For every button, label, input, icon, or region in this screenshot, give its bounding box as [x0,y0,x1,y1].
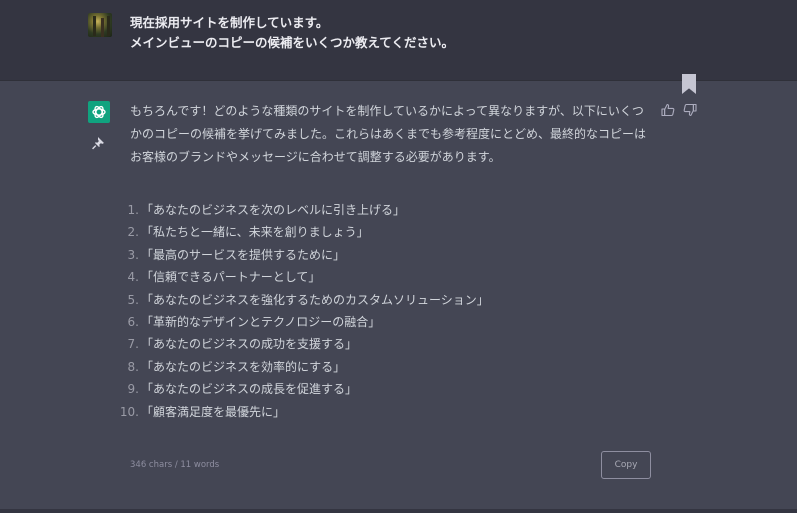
list-item: 4. 「信頼できるパートナーとして」 [117,266,489,288]
list-item-text: 「革新的なデザインとテクノロジーの融合」 [141,314,381,329]
user-message-text: 現在採用サイトを制作しています。 メインビューのコピーの候補をいくつか教えてくだ… [130,13,690,53]
pin-icon[interactable] [92,135,106,150]
bottom-divider [0,509,797,513]
list-item-text: 「あなたのビジネスの成功を支援する」 [141,337,358,352]
list-item-number: 10. [119,404,139,419]
list-item-text: 「顧客満足度を最優先に」 [141,404,286,419]
user-message-block: 現在採用サイトを制作しています。 メインビューのコピーの候補をいくつか教えてくだ… [0,0,797,81]
list-item-number: 1. [127,203,139,217]
list-item-number: 6. [127,314,139,329]
openai-logo-icon [88,101,110,123]
copy-candidates-list: 1. 「あなたのビジネスを次のレベルに引き上げる」 2. 「私たちと一緒に、未来を創… [117,199,489,423]
list-item-number: 3. [127,247,139,262]
list-item-number: 2. [127,225,139,240]
list-item-text: 「信頼できるパートナーとして」 [141,270,321,285]
list-item-number: 5. [127,292,139,307]
list-item: 8. 「あなたのビジネスを効率的にする」 [117,356,489,378]
user-message-line: メインビューのコピーの候補をいくつか教えてください。 [130,35,455,50]
list-item: 10. 「顧客満足度を最優先に」 [117,401,489,423]
list-item-text: 「最高のサービスを提供するために」 [141,247,346,262]
word-count: 346 chars / 11 words [130,460,220,470]
list-item-text: 「あなたのビジネスを効率的にする」 [141,359,346,374]
list-item: 5. 「あなたのビジネスを強化するためのカスタムソリューション」 [117,289,489,311]
list-item-number: 8. [127,359,139,374]
list-item-number: 4. [127,270,139,285]
assistant-message-block: もちろんです！どのような種類のサイトを制作しているかによって異なりますが、以下に… [0,81,797,509]
list-item-text: 「あなたのビジネスの成長を促進する」 [141,382,358,397]
list-item: 2. 「私たちと一緒に、未来を創りましょう」 [117,221,489,243]
assistant-intro: もちろんです！どのような種類のサイトを制作しているかによって異なりますが、以下に… [130,104,647,164]
user-message-line: 現在採用サイトを制作しています。 [130,15,329,30]
list-item-text: 「あなたのビジネスを強化するためのカスタムソリューション」 [141,292,489,307]
list-item: 7. 「あなたのビジネスの成功を支援する」 [117,333,489,355]
list-item: 1. 「あなたのビジネスを次のレベルに引き上げる」 [117,199,489,221]
list-item-text: 「あなたのビジネスを次のレベルに引き上げる」 [141,203,406,217]
thumbs-up-icon[interactable] [661,102,675,117]
copy-button[interactable]: Copy [601,451,651,479]
list-item: 3. 「最高のサービスを提供するために」 [117,244,489,266]
list-item-number: 9. [127,382,139,397]
list-item-text: 「私たちと一緒に、未来を創りましょう」 [141,225,369,240]
assistant-message-text: もちろんです！どのような種類のサイトを制作しているかによって異なりますが、以下に… [130,100,650,169]
list-item: 6. 「革新的なデザインとテクノロジーの融合」 [117,311,489,333]
list-item-number: 7. [127,337,139,352]
list-item: 9. 「あなたのビジネスの成長を促進する」 [117,378,489,400]
thumbs-down-icon[interactable] [683,102,697,117]
user-avatar [88,13,112,37]
